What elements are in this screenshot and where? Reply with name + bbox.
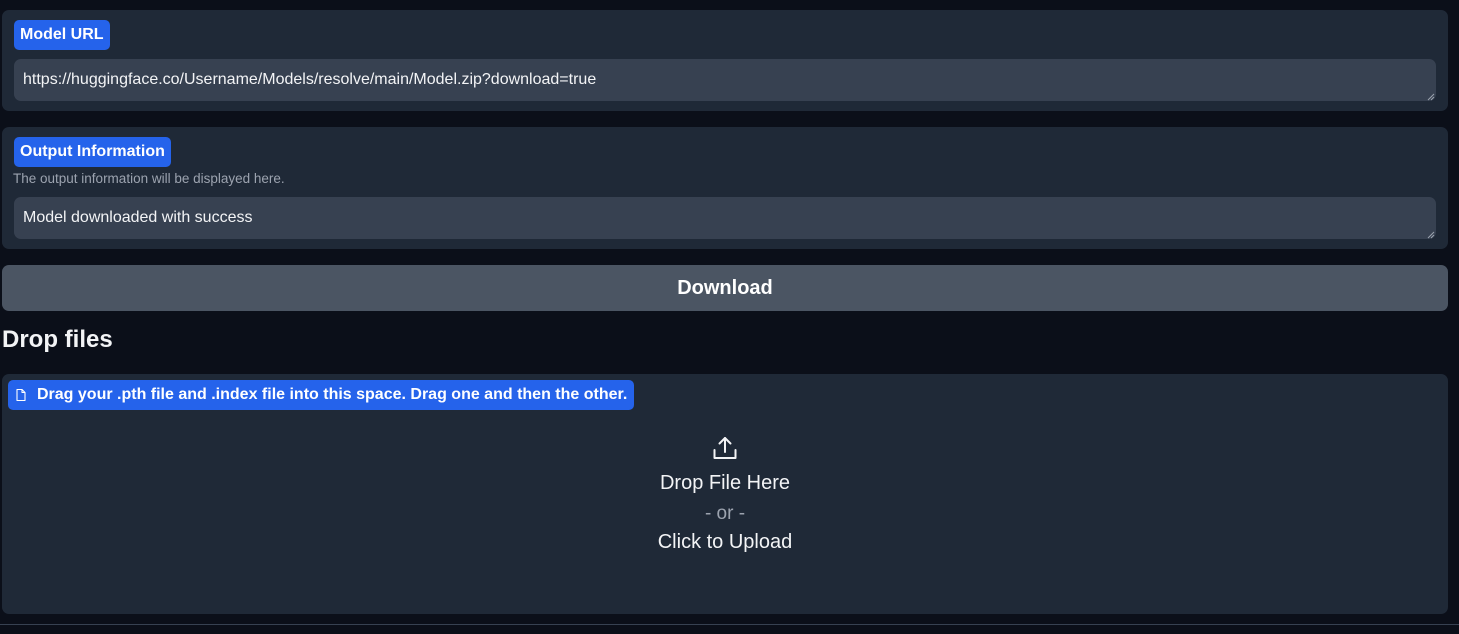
model-url-label: Model URL (14, 20, 110, 50)
output-information-textbox[interactable]: Model downloaded with success (14, 197, 1436, 239)
output-information-label: Output Information (14, 137, 171, 167)
drop-files-label-text: Drag your .pth file and .index file into… (37, 386, 628, 403)
file-icon (14, 388, 28, 402)
drop-files-title: Drop files (2, 326, 113, 353)
file-drop-block: Drag your .pth file and .index file into… (2, 374, 1448, 614)
bottom-divider (0, 624, 1459, 625)
resize-grip-icon[interactable] (1427, 93, 1435, 101)
drop-file-here-text: Drop File Here (659, 472, 791, 494)
click-to-upload-text[interactable]: Click to Upload (2, 531, 1448, 554)
output-information-block: Output Information The output informatio… (2, 127, 1448, 249)
upload-icon (713, 437, 737, 459)
drop-files-label: Drag your .pth file and .index file into… (8, 380, 635, 410)
download-button[interactable]: Download (2, 265, 1448, 311)
drop-or-text: - or - (704, 503, 746, 524)
model-url-block: Model URL https://huggingface.co/Usernam… (2, 10, 1448, 111)
output-information-info: The output information will be displayed… (13, 171, 285, 186)
page: Model URL https://huggingface.co/Usernam… (0, 0, 1459, 634)
resize-grip-icon[interactable] (1427, 231, 1435, 239)
model-url-input[interactable]: https://huggingface.co/Username/Models/r… (14, 59, 1436, 101)
file-drop-zone[interactable]: Drop File Here - or - Click to Upload (2, 434, 1448, 564)
